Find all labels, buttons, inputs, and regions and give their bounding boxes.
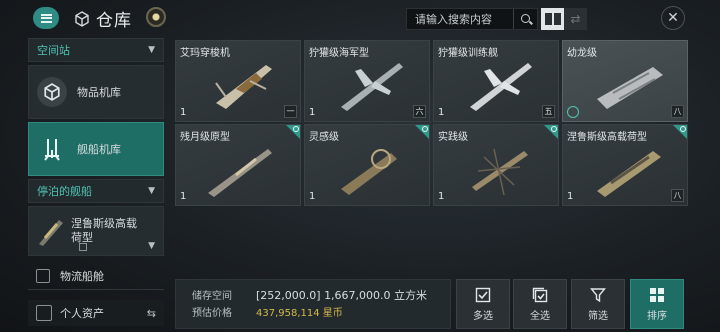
storage-space-value: [252,000.0] 1,667,000.0 立方米 — [256, 288, 428, 302]
action-label: 多选 — [473, 310, 493, 322]
ship-tier-badge: 五 — [542, 105, 555, 118]
multi-select-icon — [475, 287, 491, 302]
sidebar-item-ship-hangar[interactable]: 舰船机库 — [28, 122, 164, 176]
close-button[interactable]: ✕ — [661, 6, 685, 30]
estimated-price-label: 预估价格 — [192, 308, 232, 319]
grid-view-icon[interactable] — [541, 8, 564, 30]
ship-tier-badge: 八 — [671, 189, 684, 202]
chevron-down-icon[interactable]: ▼ — [148, 241, 155, 251]
section-station[interactable]: 空间站 ▼ — [28, 38, 164, 62]
sort-icon — [650, 287, 664, 302]
menu-button[interactable] — [33, 7, 59, 29]
sidebar: 空间站 ▼ 物品机库 舰船机库 停泊的舰船 ▼ 涅鲁斯级高载荷型 ▼ 物流船舱 — [28, 38, 164, 330]
menu-icon — [40, 13, 52, 23]
ship-card[interactable]: 狞獾级训练舰 1 五 — [433, 40, 559, 122]
corner-flag-icon — [422, 126, 428, 132]
ship-hangar-icon — [37, 134, 67, 164]
ship-image — [215, 65, 272, 109]
docked-ship-name: 涅鲁斯级高载荷型 — [71, 217, 137, 244]
search-input[interactable]: 请输入搜索内容 — [407, 11, 513, 27]
filter-button[interactable]: 筛选 — [571, 279, 625, 329]
ship-grid: 艾玛穿梭机 1 一 狞獾级海军型 1 六 狞獾级训练舰 1 五 幼龙级 八 残月… — [175, 40, 688, 206]
select-all-button[interactable]: 全选 — [513, 279, 567, 329]
page-title: 仓库 — [96, 11, 132, 31]
action-label: 全选 — [530, 310, 550, 322]
ship-image — [470, 63, 532, 111]
close-icon: ✕ — [667, 10, 679, 26]
ship-tier-badge: 八 — [671, 105, 684, 118]
sidebar-item-label: 舰船机库 — [77, 143, 121, 156]
ship-card[interactable]: 实践级 1 — [433, 124, 559, 206]
eye-icon[interactable] — [146, 7, 166, 27]
docked-ship-image — [39, 220, 63, 246]
ship-tier-badge: 一 — [284, 105, 297, 118]
top-bar: 仓库 请输入搜索内容 ⇄ ✕ — [0, 0, 720, 36]
ship-quantity: 1 — [309, 191, 316, 202]
search-icon[interactable] — [513, 9, 537, 29]
personal-assets-button[interactable]: 个人资产 ⇆ — [28, 300, 164, 326]
corner-flag-icon — [551, 126, 557, 132]
assets-icon — [36, 305, 52, 321]
chevron-down-icon: ▼ — [148, 45, 155, 55]
ship-quantity: 1 — [438, 107, 445, 118]
ship-card[interactable]: 涅鲁斯级高载荷型 1 八 — [562, 124, 688, 206]
select-all-icon — [532, 287, 548, 302]
ship-image — [341, 63, 403, 111]
cube-icon — [75, 10, 89, 27]
estimated-price-value: 437,958,114 星币 — [256, 308, 343, 319]
ship-status-icon — [567, 106, 579, 118]
sidebar-item-cargo[interactable]: 物流船舱 — [28, 262, 164, 290]
corner-flag-icon — [293, 126, 299, 132]
ship-image — [341, 149, 397, 195]
ship-quantity: 1 — [180, 107, 187, 118]
ship-quantity: 1 — [309, 107, 316, 118]
item-hangar-icon — [37, 77, 67, 107]
ship-card[interactable]: 狞獾级海军型 1 六 — [304, 40, 430, 122]
assets-label: 个人资产 — [60, 307, 104, 320]
ship-card[interactable]: 艾玛穿梭机 1 一 — [175, 40, 301, 122]
storage-info: 储存空间 [252,000.0] 1,667,000.0 立方米 预估价格 43… — [175, 279, 451, 329]
sidebar-item-item-hangar[interactable]: 物品机库 — [28, 65, 164, 119]
ship-image — [597, 151, 661, 197]
cargo-icon — [36, 268, 50, 283]
ship-tier-badge: 六 — [413, 105, 426, 118]
action-label: 排序 — [647, 310, 667, 322]
search-box[interactable]: 请输入搜索内容 — [406, 8, 538, 30]
storage-space-label: 储存空间 — [192, 291, 232, 302]
corner-flag-icon — [680, 126, 686, 132]
ship-image — [597, 67, 663, 109]
section-docked[interactable]: 停泊的舰船 ▼ — [28, 179, 164, 203]
swap-view-icon[interactable]: ⇄ — [564, 8, 587, 30]
ship-image — [472, 148, 528, 196]
ship-card[interactable]: 幼龙级 八 — [562, 40, 688, 122]
docked-ship-item[interactable]: 涅鲁斯级高载荷型 ▼ — [28, 206, 164, 256]
multi-select-button[interactable]: 多选 — [456, 279, 510, 329]
section-docked-label: 停泊的舰船 — [37, 185, 92, 198]
ship-quantity: 1 — [438, 191, 445, 202]
ship-image — [208, 149, 272, 197]
chevron-down-icon: ▼ — [148, 186, 155, 196]
sidebar-item-label: 物品机库 — [77, 86, 121, 99]
ship-card[interactable]: 残月级原型 1 — [175, 124, 301, 206]
title-area: 仓库 — [74, 6, 132, 31]
sidebar-item-label: 物流船舱 — [60, 269, 104, 283]
section-station-label: 空间站 — [37, 44, 70, 57]
ship-type-icon — [79, 243, 87, 251]
swap-icon[interactable]: ⇆ — [147, 307, 156, 320]
bottom-bar: 储存空间 [252,000.0] 1,667,000.0 立方米 预估价格 43… — [175, 279, 687, 329]
ship-quantity: 1 — [180, 191, 187, 202]
filter-icon — [590, 287, 606, 302]
view-toggle[interactable]: ⇄ — [541, 8, 587, 30]
sort-button[interactable]: 排序 — [630, 279, 684, 329]
action-label: 筛选 — [588, 310, 608, 322]
ship-card[interactable]: 灵感级 1 — [304, 124, 430, 206]
ship-quantity: 1 — [567, 191, 574, 202]
